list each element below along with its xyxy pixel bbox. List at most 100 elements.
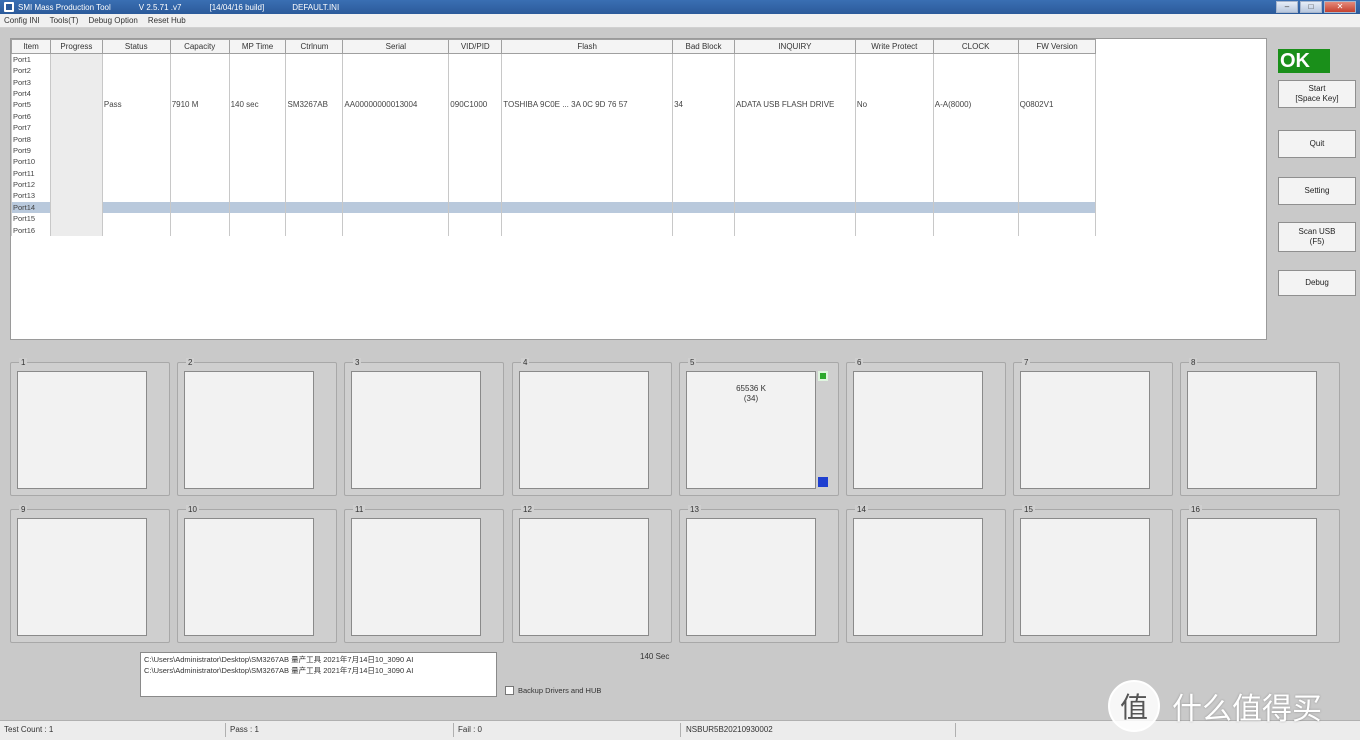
backup-drivers-checkbox-row[interactable]: Backup Drivers and HUB [505,686,601,695]
cell-write-protect [854,167,934,179]
column-header[interactable]: INQUIRY [733,39,856,54]
cell-ctrlnum [285,224,344,236]
cell-fw-version [1017,144,1097,157]
slot-panel[interactable]: 5 65536 K (34) [679,358,839,496]
menu-reset-hub[interactable]: Reset Hub [148,16,186,25]
cell-ctrlnum [285,110,344,122]
watermark-logo-icon: 值 [1108,680,1160,732]
column-header[interactable]: Serial [342,39,450,54]
column-header[interactable]: Item [11,39,51,54]
cell-fw-version: Q0802V1 [1017,99,1097,111]
menu-tools[interactable]: Tools(T) [50,16,79,25]
cell-vidpid [448,190,503,202]
column-header[interactable]: Ctrlnum [285,39,344,54]
slot-panel[interactable]: 10 [177,505,337,643]
cell-capacity [169,178,230,191]
column-header[interactable]: FW Version [1017,39,1097,54]
column-header[interactable]: Bad Block [672,39,735,54]
log-textbox[interactable]: C:\Users\Administrator\Desktop\SM3267AB … [140,652,497,697]
column-header[interactable]: Capacity [169,39,230,54]
port-label: Port3 [11,76,51,88]
column-header[interactable]: Write Protect [854,39,934,54]
slot-panel[interactable]: 4 [512,358,672,496]
table-row[interactable]: Port1 [11,53,1266,65]
cell-mp-time [228,121,287,134]
column-header[interactable]: VID/PID [448,39,503,54]
close-button[interactable]: ✕ [1324,1,1356,13]
maximize-button[interactable]: □ [1300,1,1322,13]
cell-write-protect [854,190,934,202]
table-row[interactable]: Port8 [11,133,1266,145]
table-row[interactable]: Port7 [11,121,1266,134]
cell-vidpid [448,156,503,168]
slot-panel[interactable]: 3 [344,358,504,496]
slot-display [351,371,481,489]
cell-inquiry [733,133,856,145]
cell-status [101,190,171,202]
cell-serial [342,133,450,145]
table-row[interactable]: Port15 [11,213,1266,225]
backup-drivers-label: Backup Drivers and HUB [518,686,602,695]
slot-panel[interactable]: 16 [1180,505,1340,643]
column-header[interactable]: CLOCK [932,39,1019,54]
backup-drivers-checkbox[interactable] [505,686,514,695]
cell-inquiry [733,213,856,225]
table-row[interactable]: Port2 [11,65,1266,77]
slot-status-blue-icon [818,477,828,487]
slot-panel[interactable]: 13 [679,505,839,643]
slot-panel[interactable]: 15 [1013,505,1173,643]
port-grid[interactable]: Item Progress Status Capacity MP Time Ctrlnum… [10,38,1267,340]
table-row[interactable]: Port3 [11,76,1266,88]
column-header[interactable]: Flash [501,39,674,54]
table-row[interactable]: Port6 [11,110,1266,122]
table-row[interactable]: Port9 [11,144,1266,157]
scan-usb-button[interactable]: Scan USB (F5) [1278,222,1356,252]
cell-fw-version [1017,65,1097,77]
cell-fw-version [1017,121,1097,134]
slot-panel[interactable]: 9 [10,505,170,643]
cell-bad-block [672,144,735,157]
slot-panel[interactable]: 14 [846,505,1006,643]
menu-config-ini[interactable]: Config INI [4,16,40,25]
start-button[interactable]: Start [Space Key] [1278,80,1356,108]
table-row[interactable]: Port12 [11,178,1266,191]
debug-button[interactable]: Debug [1278,270,1356,296]
cell-capacity [169,201,230,214]
setting-button[interactable]: Setting [1278,177,1356,205]
slot-panel[interactable]: 7 [1013,358,1173,496]
column-header[interactable]: MP Time [228,39,287,54]
cell-inquiry [733,76,856,88]
cell-capacity: 7910 M [169,99,230,111]
cell-status [101,224,171,236]
slot-panel[interactable]: 8 [1180,358,1340,496]
slot-label: 6 [855,358,864,367]
slot-display [351,518,481,636]
port-label: Port1 [11,53,51,65]
column-header[interactable]: Progress [49,39,103,54]
port-label: Port10 [11,156,51,168]
menu-debug-option[interactable]: Debug Option [88,16,137,25]
minimize-button[interactable]: – [1276,1,1298,13]
table-row[interactable]: Port11 [11,167,1266,179]
table-row[interactable]: Port5 Pass 7910 M 140 sec SM3267AB AA00000000… [11,99,1266,111]
slot-panel[interactable]: 2 [177,358,337,496]
slot-panel[interactable]: 11 [344,505,504,643]
table-row[interactable]: Port10 [11,156,1266,168]
table-row[interactable]: Port13 [11,190,1266,202]
row-spacer [1096,190,1266,201]
progress-cell [49,178,103,191]
slot-label: 13 [688,505,701,514]
pass-count: Pass : 1 [230,725,259,734]
slot-panel[interactable]: 6 [846,358,1006,496]
cell-fw-version [1017,190,1097,202]
slot-panel[interactable]: 1 [10,358,170,496]
slot-panel[interactable]: 12 [512,505,672,643]
table-row[interactable]: Port4 [11,87,1266,100]
slot-display [1187,371,1317,489]
table-row[interactable]: Port14 [11,201,1266,214]
column-header[interactable]: Status [101,39,171,54]
cell-fw-version [1017,224,1097,236]
quit-button[interactable]: Quit [1278,130,1356,158]
table-row[interactable]: Port16 [11,224,1266,236]
cell-write-protect [854,133,934,145]
